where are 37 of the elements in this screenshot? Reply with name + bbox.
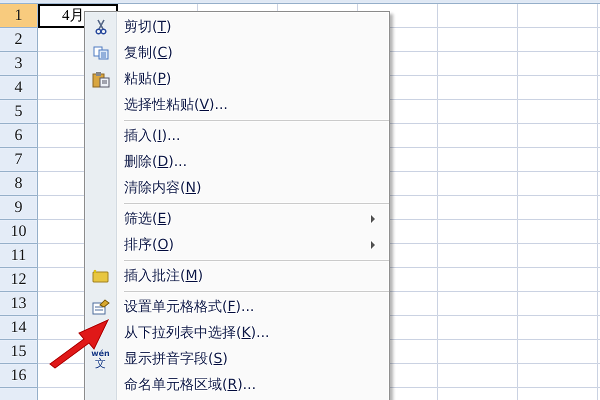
menu-item[interactable]: 从下拉列表中选择(K)... xyxy=(124,324,270,342)
row-header[interactable]: 10 xyxy=(0,220,37,244)
menu-item[interactable]: 插入(I)... xyxy=(124,127,180,145)
menu-item[interactable]: 选择性粘贴(V)... xyxy=(124,96,228,114)
menu-item[interactable]: 复制(C) xyxy=(124,44,173,62)
menu-item[interactable]: 插入批注(M) xyxy=(124,267,204,285)
menu-item[interactable]: 设置单元格格式(F)... xyxy=(124,298,254,316)
row-header[interactable]: 11 xyxy=(0,244,37,268)
menu-item[interactable]: 删除(D)... xyxy=(124,153,188,171)
row-header[interactable]: 16 xyxy=(0,364,37,388)
row-header[interactable]: 4 xyxy=(0,76,37,100)
pointer-arrow xyxy=(48,318,110,370)
row-header[interactable]: 6 xyxy=(0,124,37,148)
note-icon xyxy=(92,269,109,283)
menu-item[interactable]: 粘贴(P) xyxy=(124,70,172,88)
row-header[interactable]: 12 xyxy=(0,268,37,292)
menu-item[interactable]: 剪切(T) xyxy=(124,18,172,36)
row-header[interactable]: 9 xyxy=(0,196,37,220)
row-header[interactable]: 5 xyxy=(0,100,37,124)
row-header[interactable]: 7 xyxy=(0,148,37,172)
menu-item[interactable]: 显示拼音字段(S) xyxy=(124,350,228,368)
row-header[interactable]: 2 xyxy=(0,28,37,52)
row-header[interactable]: 1 xyxy=(0,4,37,28)
menu-item[interactable]: 筛选(E) xyxy=(124,210,172,228)
menu-item[interactable]: 排序(O) xyxy=(124,236,174,254)
format-cells-icon xyxy=(92,299,110,315)
row-header[interactable]: 14 xyxy=(0,316,37,340)
copy-icon xyxy=(92,46,108,60)
scissors-icon xyxy=(94,19,106,35)
pinyin-icon: wén 文 xyxy=(91,350,110,368)
row-header[interactable]: 8 xyxy=(0,172,37,196)
menu-item[interactable]: 命名单元格区域(R)... xyxy=(124,376,256,394)
row-header[interactable]: 13 xyxy=(0,292,37,316)
row-header[interactable]: 3 xyxy=(0,52,37,76)
row-header[interactable]: 15 xyxy=(0,340,37,364)
clipboard-icon xyxy=(92,70,110,88)
menu-item[interactable]: 清除内容(N) xyxy=(124,179,202,197)
